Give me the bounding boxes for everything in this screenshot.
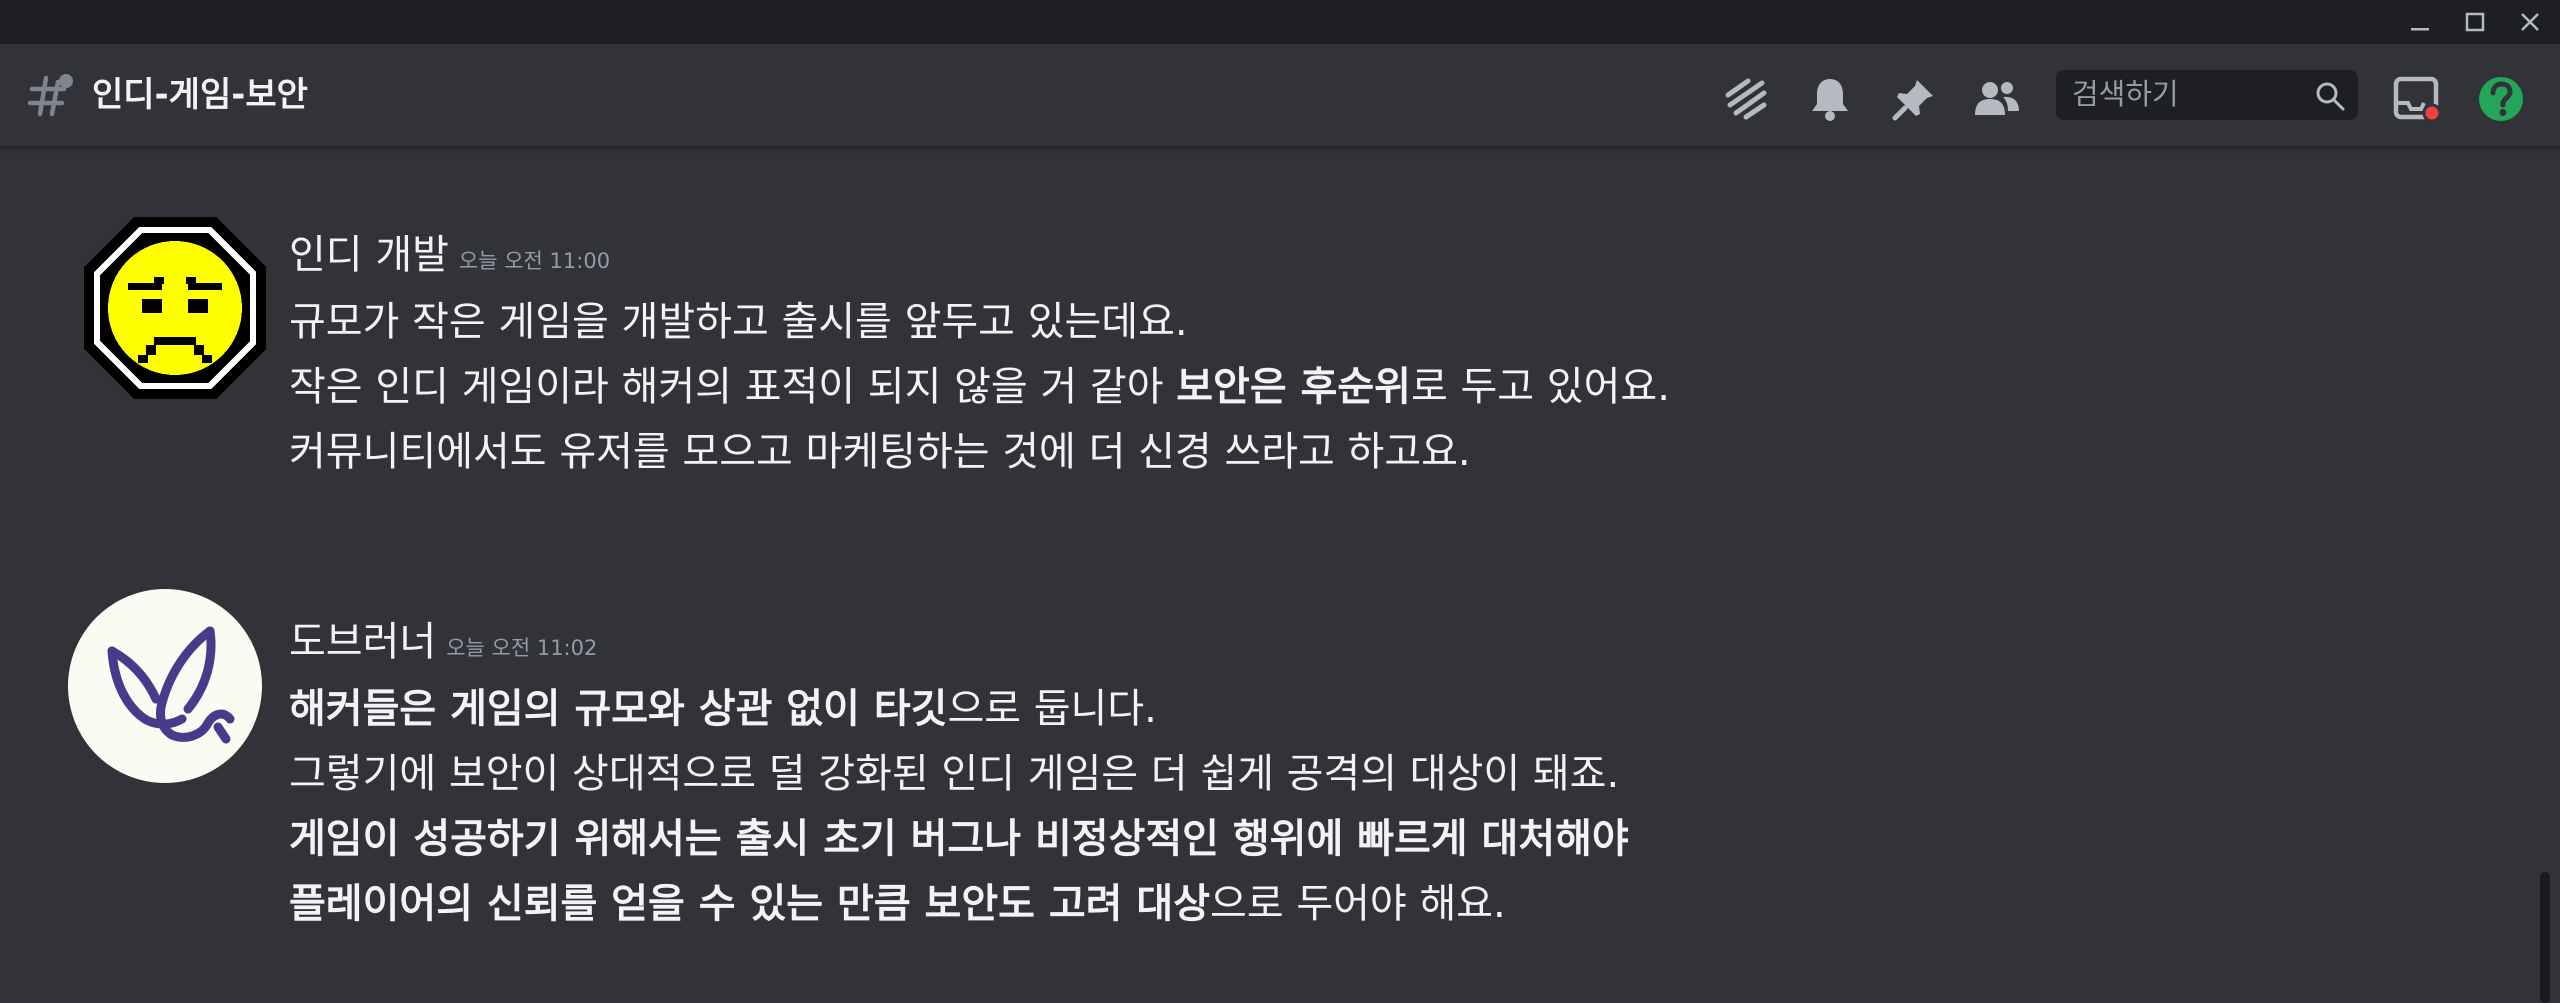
search-input[interactable]: 검색하기 (2056, 70, 2358, 120)
author-name[interactable]: 인디 개발 (289, 232, 449, 278)
inbox-icon (2393, 76, 2441, 123)
message-line: 해커들은 게임의 규모와 상관 없이 타깃으로 둡니다. (289, 677, 1157, 741)
minimize-button[interactable] (2390, 0, 2450, 44)
message-line: 작은 인디 게임이라 해커의 표적이 되지 않을 거 같아 보안은 후순위로 두… (289, 355, 1670, 419)
threads-icon (1725, 78, 1767, 120)
message-header: 도브러너 오늘 오전 11:02 (289, 609, 597, 667)
minimize-icon (2411, 28, 2429, 31)
bell-icon (1812, 79, 1848, 121)
pinned-messages-button[interactable] (1889, 74, 1939, 124)
maximize-button[interactable] (2445, 0, 2505, 44)
channel-header: 인디-게임-보안 검색하기 (0, 44, 2560, 148)
search-placeholder: 검색하기 (2072, 77, 2179, 111)
message-text-bold: 보안은 후순위 (1176, 364, 1411, 410)
message-text: 규모가 작은 게임을 개발하고 출시를 앞두고 있는데요. (289, 299, 1188, 345)
message-text: 작은 인디 게임이라 해커의 표적이 되지 않을 거 같아 (289, 364, 1177, 410)
message-text: 으로 두어야 해요. (1210, 881, 1506, 927)
sad-face-icon (84, 217, 266, 399)
window-titlebar (0, 0, 2560, 44)
message-text: 으로 둡니다. (947, 686, 1157, 732)
message-text-bold: 플레이어의 신뢰를 얻을 수 있는 만큼 보안도 고려 대상 (289, 881, 1211, 927)
search-icon (2316, 82, 2345, 111)
dovrunner-logo-icon (107, 626, 235, 744)
message-text: 로 두고 있어요. (1410, 364, 1670, 410)
message-line: 규모가 작은 게임을 개발하고 출시를 앞두고 있는데요. (289, 290, 1188, 354)
avatar[interactable] (68, 589, 262, 783)
pin-icon (1892, 80, 1933, 121)
author-name[interactable]: 도브러너 (289, 619, 436, 665)
message-line: 커뮤니티에서도 유저를 모으고 마케팅하는 것에 더 신경 쓰라고 하고요. (289, 420, 1471, 484)
message-line: 게임이 성공하기 위해서는 출시 초기 버그나 비정상적인 행위에 빠르게 대처… (289, 807, 1629, 871)
member-list-button[interactable] (1972, 74, 2022, 124)
avatar[interactable] (84, 217, 266, 399)
message-list: 인디 개발 오늘 오전 11:00 규모가 작은 게임을 개발하고 출시를 앞두고… (0, 148, 2530, 1003)
help-button[interactable] (2476, 74, 2526, 124)
channel-name: 인디-게임-보안 (92, 75, 308, 115)
close-icon (2521, 13, 2539, 31)
message-header: 인디 개발 오늘 오전 11:00 (289, 222, 610, 280)
message-text-bold: 해커들은 게임의 규모와 상관 없이 타깃 (289, 686, 948, 732)
help-icon (2479, 77, 2523, 121)
maximize-icon (2465, 12, 2485, 32)
timestamp: 오늘 오전 11:00 (458, 249, 611, 273)
message-text-bold: 게임이 성공하기 위해서는 출시 초기 버그나 비정상적인 행위에 빠르게 대처… (289, 816, 1629, 862)
scrollbar-thumb[interactable] (2540, 872, 2550, 1003)
members-icon (1975, 82, 2019, 115)
message-line: 플레이어의 신뢰를 얻을 수 있는 만큼 보안도 고려 대상으로 두어야 해요. (289, 872, 1506, 936)
hash-with-thread-icon (27, 74, 73, 117)
close-button[interactable] (2500, 0, 2560, 44)
message-text: 커뮤니티에서도 유저를 모으고 마케팅하는 것에 더 신경 쓰라고 하고요. (289, 429, 1471, 475)
notification-settings-button[interactable] (1805, 74, 1855, 124)
inbox-button[interactable] (2392, 74, 2442, 124)
timestamp: 오늘 오전 11:02 (446, 636, 598, 660)
message-line: 그렇기에 보안이 상대적으로 덜 강화된 인디 게임은 더 쉽게 공격의 대상이… (289, 742, 1619, 806)
message-text: 그렇기에 보안이 상대적으로 덜 강화된 인디 게임은 더 쉽게 공격의 대상이… (289, 751, 1620, 797)
threads-button[interactable] (1721, 74, 1771, 124)
